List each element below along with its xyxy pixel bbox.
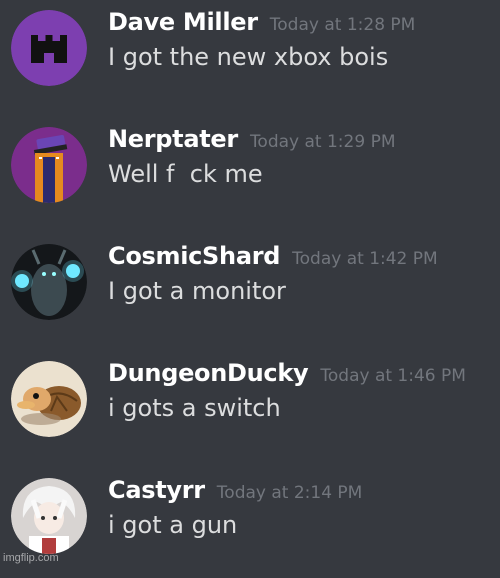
purple-character-avatar-icon: [11, 127, 87, 203]
message-content: I got a monitor: [108, 277, 286, 305]
username[interactable]: Nerptater: [108, 125, 238, 153]
timestamp: Today at 1:46 PM: [320, 366, 466, 386]
message-content: I got the new xbox bois: [108, 43, 389, 71]
timestamp: Today at 1:42 PM: [292, 249, 438, 269]
username[interactable]: Dave Miller: [108, 8, 258, 36]
message-header: CosmicShard Today at 1:42 PM: [108, 242, 438, 276]
avatar[interactable]: [11, 478, 87, 554]
duck-turtle-avatar-icon: [11, 361, 87, 437]
message-header: Castyrr Today at 2:14 PM: [108, 476, 362, 510]
avatar[interactable]: [11, 127, 87, 203]
username[interactable]: Castyrr: [108, 476, 205, 504]
message-header: Dave Miller Today at 1:28 PM: [108, 8, 415, 42]
purple-castle-avatar-icon: [11, 10, 87, 86]
message-content: i got a gun: [108, 511, 238, 539]
timestamp: Today at 2:14 PM: [216, 483, 363, 503]
username[interactable]: DungeonDucky: [108, 359, 309, 387]
glowing-eyes-creature-avatar-icon: [11, 244, 87, 320]
username[interactable]: CosmicShard: [108, 242, 280, 270]
chat-messages: Dave Miller Today at 1:28 PM I got the n…: [0, 0, 500, 566]
message-header: Nerptater Today at 1:29 PM: [108, 125, 396, 159]
message-item: CosmicShard Today at 1:42 PM I got a mon…: [0, 242, 500, 344]
avatar[interactable]: [11, 10, 87, 86]
message-item: Dave Miller Today at 1:28 PM I got the n…: [0, 8, 500, 110]
timestamp: Today at 1:29 PM: [249, 132, 396, 152]
message-item: DungeonDucky Today at 1:46 PM i gots a s…: [0, 359, 500, 461]
avatar[interactable]: [11, 244, 87, 320]
timestamp: Today at 1:28 PM: [269, 15, 416, 35]
message-content: i gots a switch: [108, 394, 281, 422]
message-item: Castyrr Today at 2:14 PM i got a gun: [0, 476, 500, 578]
message-header: DungeonDucky Today at 1:46 PM: [108, 359, 466, 393]
message-item: Nerptater Today at 1:29 PM Well f ck me: [0, 125, 500, 227]
avatar[interactable]: [11, 361, 87, 437]
watermark: imgflip.com: [3, 552, 59, 564]
white-hair-character-avatar-icon: [11, 478, 87, 554]
message-content: Well f ck me: [108, 160, 263, 188]
